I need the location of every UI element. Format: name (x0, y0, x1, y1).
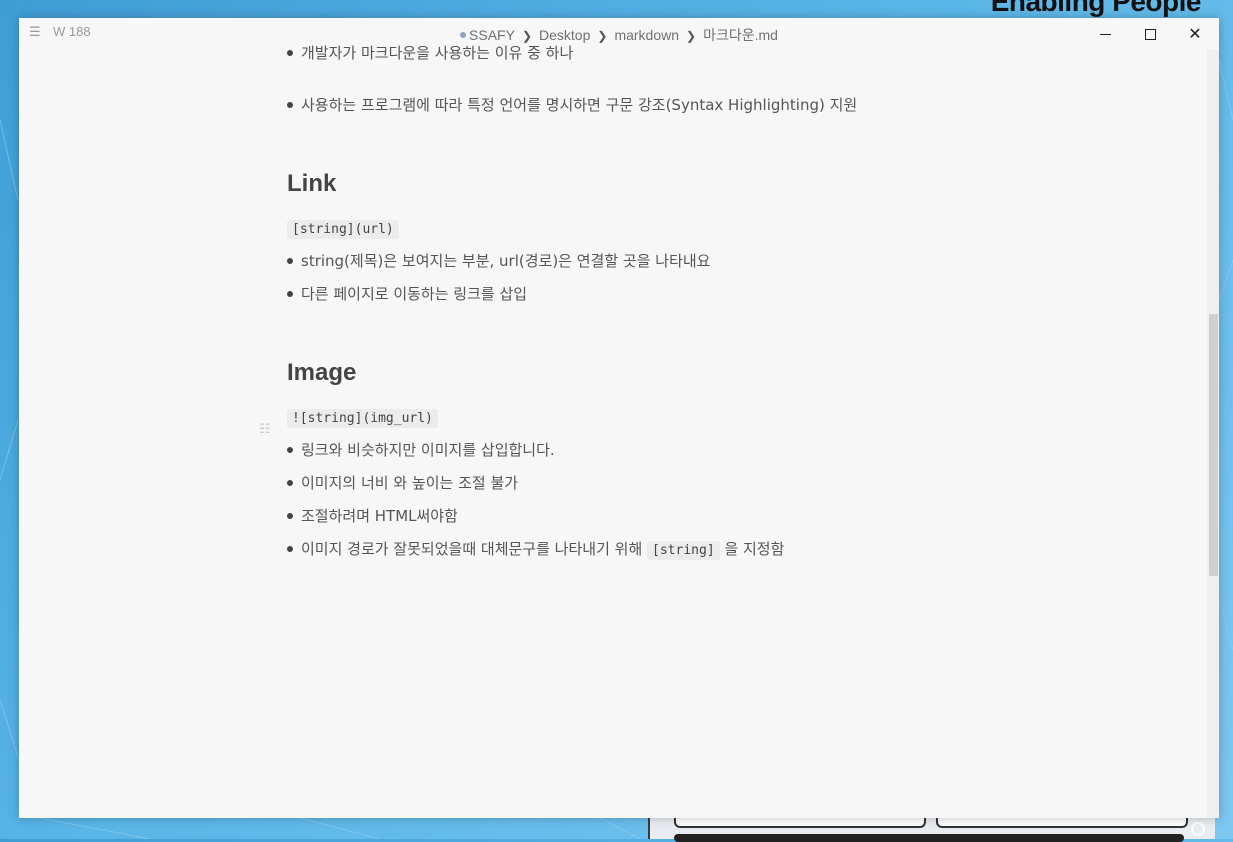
close-button[interactable]: ✕ (1172, 18, 1218, 50)
chevron-right-icon: ❯ (597, 29, 608, 43)
list-item: string(제목)은 보여지는 부분, url(경로)은 연결할 곳을 나타내… (287, 252, 711, 270)
heading-link: Link (287, 170, 337, 197)
code-snippet: [string] (647, 541, 720, 560)
location-pin-icon (1191, 822, 1205, 836)
breadcrumb-item[interactable]: markdown (614, 27, 679, 43)
list-item: 조절하려며 HTML써야함 (287, 507, 458, 525)
list-item: 개발자가 마크다운을 사용하는 이유 중 하나 (286, 44, 574, 62)
background-bar (674, 834, 1184, 842)
breadcrumb-item[interactable]: SSAFY (469, 27, 515, 43)
list-item: 이미지의 너비 와 높이는 조절 불가 (286, 474, 519, 492)
desktop-brand-logo: Enabling People (990, 0, 1202, 17)
maximize-icon (1144, 28, 1156, 40)
heading-image: Image (287, 359, 357, 386)
editor-window: ☰ W 188 SSAFY ❯ Desktop ❯ markdown ❯ 마크다운.md ✕… (19, 18, 1219, 818)
list-item-text: 이미지 경로가 잘못되었을때 대체문구를 나타내기 위해 (301, 540, 643, 558)
list-item: 이미지 경로가 잘못되었을때 대체문구를 나타내기 위해 [string] 을 … (286, 538, 785, 560)
minimize-icon (1099, 33, 1111, 35)
breadcrumb-item[interactable]: Desktop (539, 27, 590, 43)
vertical-scrollbar[interactable] (1207, 50, 1219, 818)
breadcrumb: SSAFY ❯ Desktop ❯ markdown ❯ 마크다운.md (19, 25, 1219, 45)
close-icon: ✕ (1188, 24, 1202, 43)
code-snippet: [string](url) (287, 220, 399, 239)
list-item: 사용하는 프로그램에 따라 특정 언어를 명시하면 구문 강조(Syntax H… (286, 96, 858, 114)
breadcrumb-item[interactable]: 마크다운.md (703, 27, 778, 43)
chevron-right-icon: ❯ (521, 29, 533, 43)
list-item: 링크와 비슷하지만 이미지를 삽입합니다. (287, 441, 555, 459)
maximize-button[interactable] (1127, 18, 1173, 50)
unsaved-dot-icon (460, 32, 467, 39)
code-snippet: ![string](img_url) (287, 409, 438, 428)
inline-code-block: [string](url) (287, 218, 399, 239)
list-outline-icon[interactable]: ☷ (259, 422, 271, 437)
inline-code-block: ![string](img_url) (287, 407, 438, 428)
title-bar[interactable]: ☰ W 188 SSAFY ❯ Desktop ❯ markdown ❯ 마크다운.md ✕ (19, 18, 1219, 50)
scrollbar-thumb[interactable] (1209, 314, 1218, 576)
chevron-right-icon: ❯ (686, 29, 697, 43)
list-item-text: 을 지정함 (724, 540, 785, 558)
minimize-button[interactable] (1082, 18, 1128, 50)
list-item: 다른 페이지로 이동하는 링크를 삽입 (286, 285, 528, 303)
